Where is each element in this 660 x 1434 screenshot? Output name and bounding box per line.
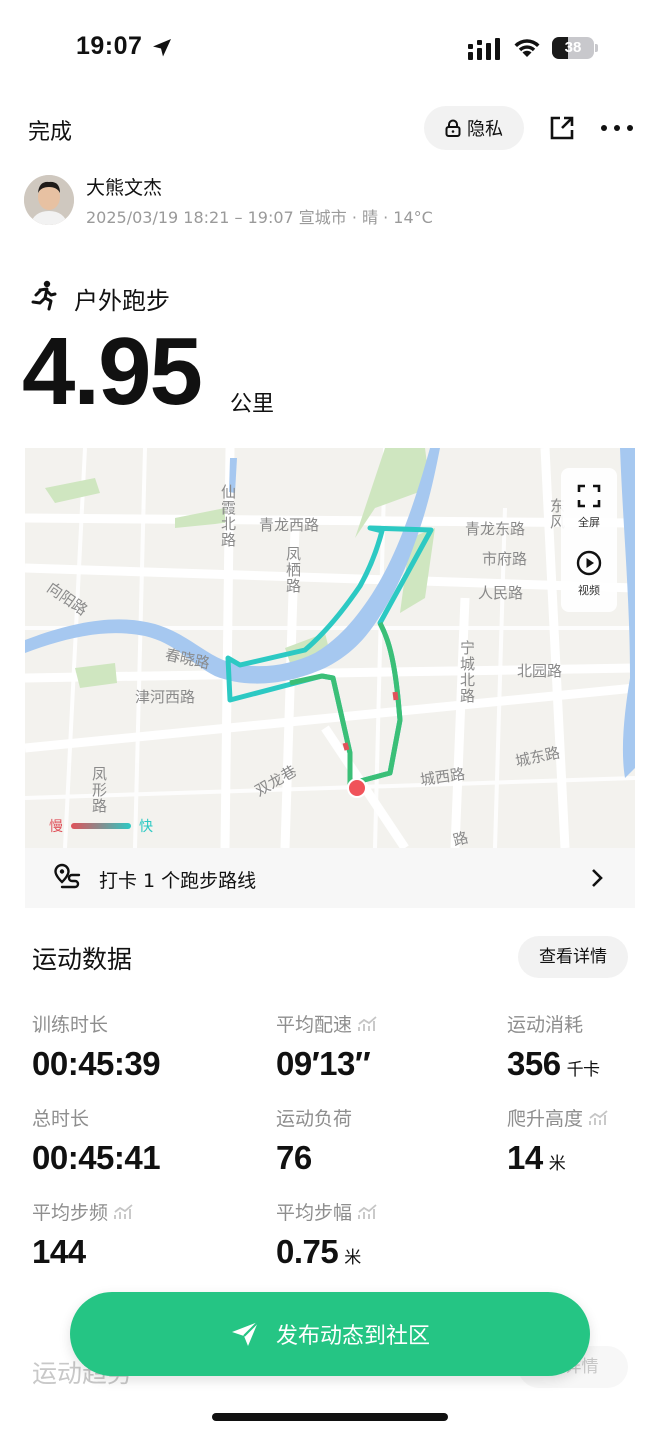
trend-chart-icon	[358, 1203, 377, 1219]
map-label-qinglong-west: 青龙西路	[259, 516, 320, 534]
view-details-button[interactable]: 查看详情	[518, 936, 628, 978]
activity-meta: 2025/03/19 18:21 – 19:07 宣城市 · 晴 · 14°C	[86, 208, 433, 227]
stat-value: 76	[276, 1139, 312, 1176]
stat-unit: 米	[344, 1248, 361, 1268]
stat-label: 运动负荷	[276, 1108, 353, 1130]
stat-unit: 千卡	[566, 1060, 601, 1080]
stat-value: 00:45:41	[32, 1139, 161, 1176]
fullscreen-label: 全屏	[578, 516, 600, 529]
stat-label: 爬升高度	[507, 1108, 584, 1130]
stat-value: 09′13″	[276, 1045, 371, 1082]
publish-label: 发布动态到社区	[275, 1324, 430, 1349]
stat-value: 0.75	[276, 1233, 339, 1270]
running-icon	[31, 280, 57, 311]
legend-gradient	[71, 823, 131, 829]
stat-value: 144	[32, 1233, 86, 1270]
more-icon[interactable]	[600, 114, 634, 142]
fullscreen-button[interactable]: 全屏	[561, 476, 617, 536]
map-canvas	[25, 448, 635, 848]
stat-label: 总时长	[32, 1108, 90, 1130]
stat-value: 14	[507, 1139, 543, 1176]
done-button[interactable]: 完成	[28, 114, 72, 146]
map-label-shifu: 市府路	[482, 550, 528, 568]
cellular-signal-icon	[468, 38, 500, 60]
map-label-fengqi: 凤栖路	[284, 546, 302, 594]
trend-chart-icon	[114, 1203, 133, 1219]
distance-value: 4.95	[22, 318, 203, 425]
avatar[interactable]	[24, 175, 74, 225]
chevron-right-icon	[592, 869, 603, 887]
battery-level: 38	[564, 39, 582, 56]
stat-label: 训练时长	[32, 1014, 109, 1036]
stat-elevation-gain[interactable]: 爬升高度 14 米	[507, 1104, 609, 1177]
stat-label: 平均配速	[276, 1014, 353, 1036]
route-map[interactable]: 仙霞北路 青龙西路 青龙东路 东风 凤栖路 市府路 人民路 向阳路 春晓路 宁城…	[25, 448, 635, 848]
stat-avg-pace[interactable]: 平均配速 09′13″	[276, 1010, 378, 1083]
map-label-renmin: 人民路	[478, 584, 524, 602]
privacy-label: 隐私	[467, 119, 503, 140]
status-time: 19:07	[76, 32, 143, 60]
stat-training-load: 运动负荷 76	[276, 1104, 352, 1177]
checkin-text: 打卡 1 个跑步路线	[99, 870, 257, 892]
legend-fast: 快	[139, 819, 153, 835]
stat-value: 00:45:39	[32, 1045, 161, 1082]
legend-slow: 慢	[49, 819, 63, 835]
stat-avg-stride[interactable]: 平均步幅 0.75 米	[276, 1198, 378, 1271]
home-indicator[interactable]	[212, 1413, 448, 1421]
map-label-beiyuan: 北园路	[517, 662, 563, 680]
video-button[interactable]: 视频	[561, 544, 617, 604]
map-label-qinglong-east: 青龙东路	[465, 520, 526, 538]
publish-to-community-button[interactable]: 发布动态到社区	[70, 1292, 590, 1376]
battery-indicator: 38	[552, 37, 598, 59]
map-label-xianhe: 仙霞北路	[219, 484, 237, 548]
stat-label: 平均步频	[32, 1202, 109, 1224]
lock-icon	[445, 119, 461, 137]
stat-avg-cadence[interactable]: 平均步频 144	[32, 1198, 134, 1271]
map-controls: 全屏 视频	[561, 468, 617, 612]
trend-chart-icon	[358, 1015, 377, 1031]
stats-title: 运动数据	[32, 945, 133, 974]
map-label-jinhe: 津河西路	[135, 688, 196, 706]
stat-unit: 米	[548, 1154, 566, 1174]
username: 大熊文杰	[86, 177, 163, 199]
video-label: 视频	[578, 584, 600, 597]
fullscreen-icon	[577, 484, 601, 508]
privacy-button[interactable]: 隐私	[424, 106, 524, 150]
share-icon[interactable]	[548, 114, 576, 142]
map-label-ningcheng: 宁城北路	[458, 640, 476, 704]
route-checkin-icon	[54, 863, 81, 889]
activity-type: 户外跑步	[74, 287, 170, 315]
stat-label: 平均步幅	[276, 1202, 353, 1224]
checkin-route-row[interactable]: 打卡 1 个跑步路线	[25, 848, 635, 908]
wifi-icon	[514, 39, 540, 57]
play-icon	[576, 550, 602, 576]
send-icon	[231, 1321, 259, 1346]
distance-unit: 公里	[230, 392, 275, 417]
stat-label: 运动消耗	[507, 1014, 584, 1036]
stat-value: 356	[507, 1045, 561, 1082]
status-bar: 19:07 38	[0, 0, 660, 96]
map-label-fengxing: 凤形路	[90, 766, 108, 814]
trend-chart-icon	[589, 1109, 608, 1125]
stat-total-duration: 总时长 00:45:41	[32, 1104, 161, 1177]
stat-training-duration: 训练时长 00:45:39	[32, 1010, 161, 1083]
stat-calories: 运动消耗 356 千卡	[507, 1010, 600, 1083]
location-arrow-icon	[153, 39, 171, 57]
